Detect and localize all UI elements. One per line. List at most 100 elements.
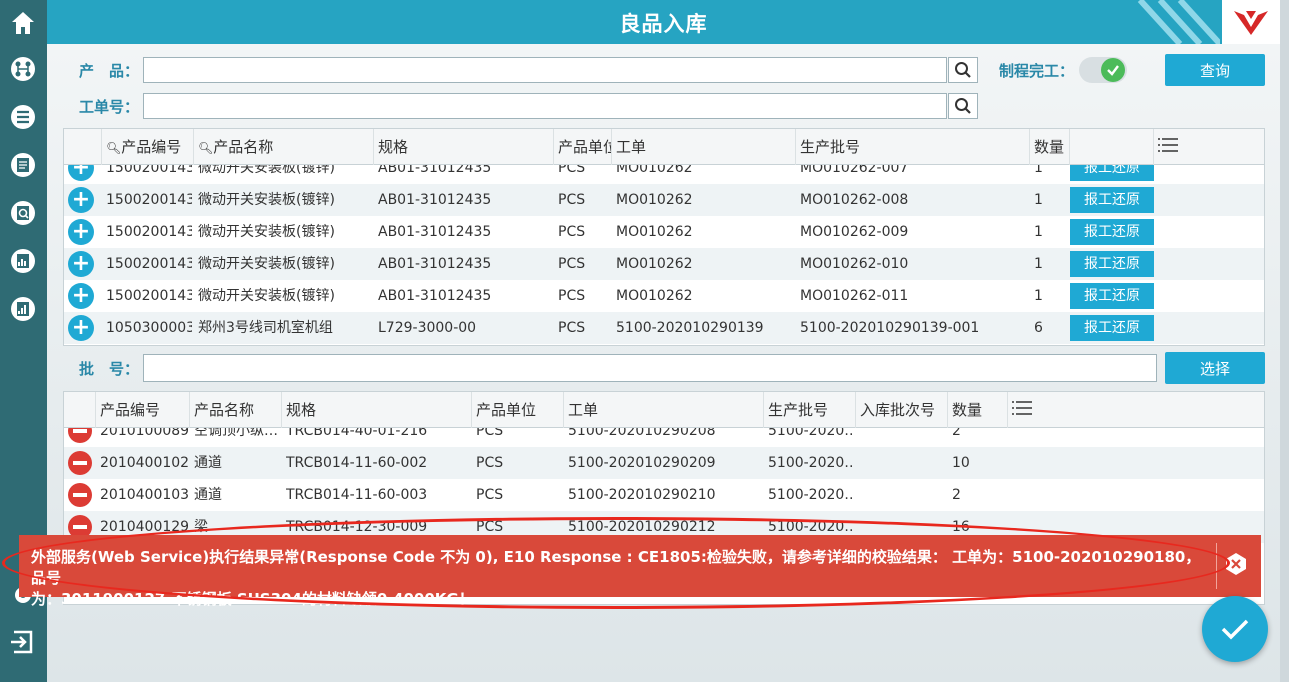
col-workorder[interactable]: 工单	[612, 129, 796, 165]
table-row[interactable]: +1500200143 微动开关安装板(镀锌) AB01-31012435 PCS MO…	[64, 280, 1264, 312]
header-decoration	[1137, 0, 1220, 44]
remove-row-button[interactable]	[68, 428, 92, 443]
home-icon[interactable]	[8, 8, 38, 38]
check-icon	[1221, 619, 1249, 640]
table-cell: 1	[1034, 165, 1043, 176]
restore-report-button[interactable]: 报工还原	[1070, 219, 1154, 245]
search-icon	[955, 98, 971, 114]
col-batch[interactable]: 生产批号	[796, 129, 1030, 165]
table-cell: AB01-31012435	[378, 165, 492, 176]
table-row[interactable]: 2010400103 通道 TRCB014-11-60-003 PCS 5100-202…	[64, 479, 1264, 511]
add-row-button[interactable]: +	[68, 187, 94, 213]
report-icon[interactable]	[8, 150, 38, 180]
table-cell: 微动开关安装板(镀锌)	[198, 288, 335, 304]
table-cell: TRCB014-11-60-002	[286, 455, 428, 471]
close-icon[interactable]	[1223, 551, 1249, 577]
col-product-name[interactable]: 🔍︎产品名称	[194, 129, 374, 165]
table-cell: 5100-202010290139-001	[800, 320, 980, 336]
table-cell: AB01-31012435	[378, 192, 492, 208]
table-row[interactable]: +1500200143 微动开关安装板(镀锌) AB01-31012435 PCS MO…	[64, 165, 1264, 184]
table-cell: PCS	[558, 165, 586, 176]
table-row[interactable]: +1050300003 郑州3号线司机室机组 L729-3000-00 PCS 5100…	[64, 312, 1264, 344]
remove-row-button[interactable]	[68, 451, 92, 475]
error-message-line1: 外部服务(Web Service)执行结果异常(Response Code 不为…	[31, 548, 1201, 587]
grid-body: +1500200143 微动开关安装板(镀锌) AB01-31012435 PCS MO…	[64, 165, 1264, 345]
add-row-button[interactable]: +	[68, 315, 94, 341]
workorder-search-button[interactable]	[948, 93, 978, 119]
table-cell: 5100-202010290210	[568, 487, 716, 503]
product-search-button[interactable]	[948, 57, 978, 83]
query-button[interactable]: 查询	[1165, 54, 1265, 86]
restore-report-button[interactable]: 报工还原	[1070, 187, 1154, 213]
table-cell: MO010262	[616, 192, 693, 208]
app-header: 良品入库	[47, 0, 1280, 44]
col-spec[interactable]: 规格	[282, 392, 472, 428]
table-row[interactable]: 2010100089 空调顶小纵… TRCB014-40-01-216 PCS 5100…	[64, 428, 1264, 447]
brand-logo	[1222, 0, 1280, 44]
col-unit[interactable]: 产品单位	[554, 129, 612, 165]
chart-icon[interactable]	[8, 246, 38, 276]
add-row-button[interactable]: +	[68, 283, 94, 309]
restore-report-button[interactable]: 报工还原	[1070, 315, 1154, 341]
col-qty[interactable]: 数量	[1030, 129, 1070, 165]
col-product-code[interactable]: 🔍︎产品编号	[102, 129, 194, 165]
table-cell: PCS	[476, 487, 504, 503]
exit-icon[interactable]	[8, 627, 38, 657]
col-product-code[interactable]: 产品编号	[96, 392, 190, 428]
column-menu-icon[interactable]	[1154, 129, 1194, 165]
remove-row-button[interactable]	[68, 483, 92, 507]
header-spacer	[64, 392, 96, 428]
table-cell: AB01-31012435	[378, 288, 492, 304]
select-button[interactable]: 选择	[1165, 352, 1265, 384]
product-label: 产 品：	[79, 62, 140, 80]
workflow-icon[interactable]	[8, 54, 38, 84]
restore-report-button[interactable]: 报工还原	[1070, 165, 1154, 181]
page-title: 良品入库	[619, 12, 708, 36]
add-row-button[interactable]: +	[68, 165, 94, 181]
table-cell	[860, 428, 946, 447]
table-cell: TRCB014-11-60-003	[286, 487, 428, 503]
table-cell: MO010262	[616, 256, 693, 272]
batch-label: 批 号：	[79, 360, 140, 378]
table-cell: PCS	[476, 428, 504, 439]
col-action	[1070, 129, 1154, 165]
search-doc-icon[interactable]	[8, 198, 38, 228]
col-unit[interactable]: 产品单位	[472, 392, 564, 428]
list-icon[interactable]	[8, 102, 38, 132]
stats-icon[interactable]	[8, 294, 38, 324]
workorder-input[interactable]	[143, 93, 947, 119]
col-qty[interactable]: 数量	[948, 392, 1008, 428]
table-cell: 5100-2020…	[768, 428, 854, 439]
col-product-name[interactable]: 产品名称	[190, 392, 282, 428]
col-spec[interactable]: 规格	[374, 129, 554, 165]
col-label: 产品编号	[121, 138, 182, 156]
batch-input[interactable]	[143, 354, 1157, 382]
table-cell: 5100-2020…	[768, 455, 854, 471]
table-cell: 10	[952, 455, 970, 471]
table-cell: 微动开关安装板(镀锌)	[198, 256, 335, 272]
table-cell: 1	[1034, 192, 1043, 208]
column-menu-icon[interactable]	[1008, 392, 1048, 428]
table-row[interactable]: +1500200143 微动开关安装板(镀锌) AB01-31012435 PCS MO…	[64, 248, 1264, 280]
add-row-button[interactable]: +	[68, 251, 94, 277]
table-cell: 5100-202010290208	[568, 428, 716, 439]
table-cell: 空调顶小纵…	[194, 428, 278, 439]
confirm-button[interactable]	[1202, 596, 1268, 662]
col-workorder[interactable]: 工单	[564, 392, 764, 428]
restore-report-button[interactable]: 报工还原	[1070, 283, 1154, 309]
restore-report-button[interactable]: 报工还原	[1070, 251, 1154, 277]
check-icon	[1101, 58, 1125, 82]
completed-toggle[interactable]	[1079, 57, 1127, 83]
col-storage-batch[interactable]: 入库批次号	[856, 392, 948, 428]
error-message-line2: 为：3011900127-不锈钢板 SUS304的材料缺领0.4000KG！	[31, 590, 474, 608]
product-input[interactable]	[143, 57, 947, 83]
table-row[interactable]: +1500200143 微动开关安装板(镀锌) AB01-31012435 PCS MO…	[64, 184, 1264, 216]
table-cell: 1	[1034, 256, 1043, 272]
table-row[interactable]: +1500200143 微动开关安装板(镀锌) AB01-31012435 PCS MO…	[64, 216, 1264, 248]
col-batch[interactable]: 生产批号	[764, 392, 856, 428]
table-row[interactable]: 2010400102 通道 TRCB014-11-60-002 PCS 5100-202…	[64, 447, 1264, 479]
table-cell: AB01-31012435	[378, 224, 492, 240]
table-cell: TRCB014-40-01-216	[286, 428, 428, 439]
add-row-button[interactable]: +	[68, 219, 94, 245]
grid-header: 🔍︎产品编号 🔍︎产品名称 规格 产品单位 工单 生产批号 数量	[64, 129, 1264, 165]
